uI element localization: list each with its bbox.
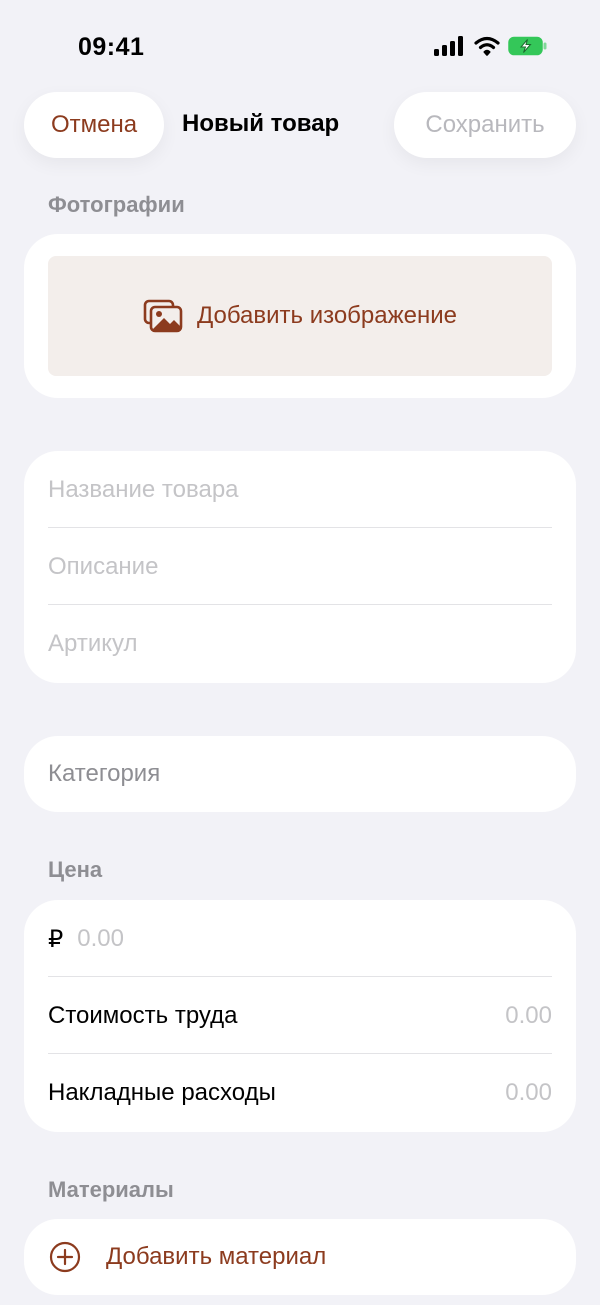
battery-charging-icon [508, 36, 547, 56]
labor-cost-value: 0.00 [505, 1002, 552, 1029]
add-material-label: Добавить материал [106, 1243, 327, 1270]
wifi-icon [474, 36, 500, 56]
price-section-title: Цена [48, 857, 103, 882]
cellular-signal-icon [434, 36, 463, 56]
status-time: 09:41 [78, 33, 145, 61]
photos-section-title: Фотографии [48, 192, 185, 217]
price-card: ₽ 0.00 Стоимость труда 0.00 Накладные ра… [24, 900, 576, 1132]
add-image-label: Добавить изображение [196, 302, 458, 329]
sku-placeholder: Артикул [48, 630, 138, 657]
product-name-field[interactable]: Название товара [48, 451, 552, 529]
status-icons [434, 36, 548, 56]
photos-card: Добавить изображение [24, 234, 576, 398]
materials-section-title: Материалы [48, 1177, 174, 1202]
currency-symbol: ₽ [48, 925, 64, 953]
labor-cost-row[interactable]: Стоимость труда 0.00 [48, 977, 552, 1055]
add-image-button[interactable]: Добавить изображение [48, 256, 552, 376]
price-placeholder: 0.00 [77, 925, 124, 952]
overhead-value: 0.00 [505, 1079, 552, 1106]
labor-cost-label: Стоимость труда [48, 1002, 238, 1029]
category-field[interactable]: Категория [48, 736, 552, 812]
sku-field[interactable]: Артикул [48, 605, 552, 683]
navigation-bar: Отмена Новый товар Сохранить [0, 92, 600, 158]
page-title: Новый товар [182, 110, 340, 137]
materials-card: Добавить материал [24, 1219, 576, 1295]
add-material-button[interactable]: Добавить материал [48, 1219, 552, 1295]
overhead-label: Накладные расходы [48, 1079, 276, 1106]
status-bar: 09:41 [0, 0, 600, 92]
plus-circle-icon [49, 1241, 81, 1273]
description-placeholder: Описание [48, 553, 159, 580]
product-info-card: Название товара Описание Артикул [24, 451, 576, 683]
cancel-button[interactable]: Отмена [24, 92, 164, 158]
category-card[interactable]: Категория [24, 736, 576, 812]
price-field[interactable]: ₽ 0.00 [48, 900, 552, 978]
overhead-row[interactable]: Накладные расходы 0.00 [48, 1054, 552, 1132]
photo-stack-icon [143, 299, 183, 333]
save-button[interactable]: Сохранить [394, 92, 576, 158]
description-field[interactable]: Описание [48, 528, 552, 606]
category-label: Категория [48, 760, 161, 787]
product-name-placeholder: Название товара [48, 476, 239, 503]
